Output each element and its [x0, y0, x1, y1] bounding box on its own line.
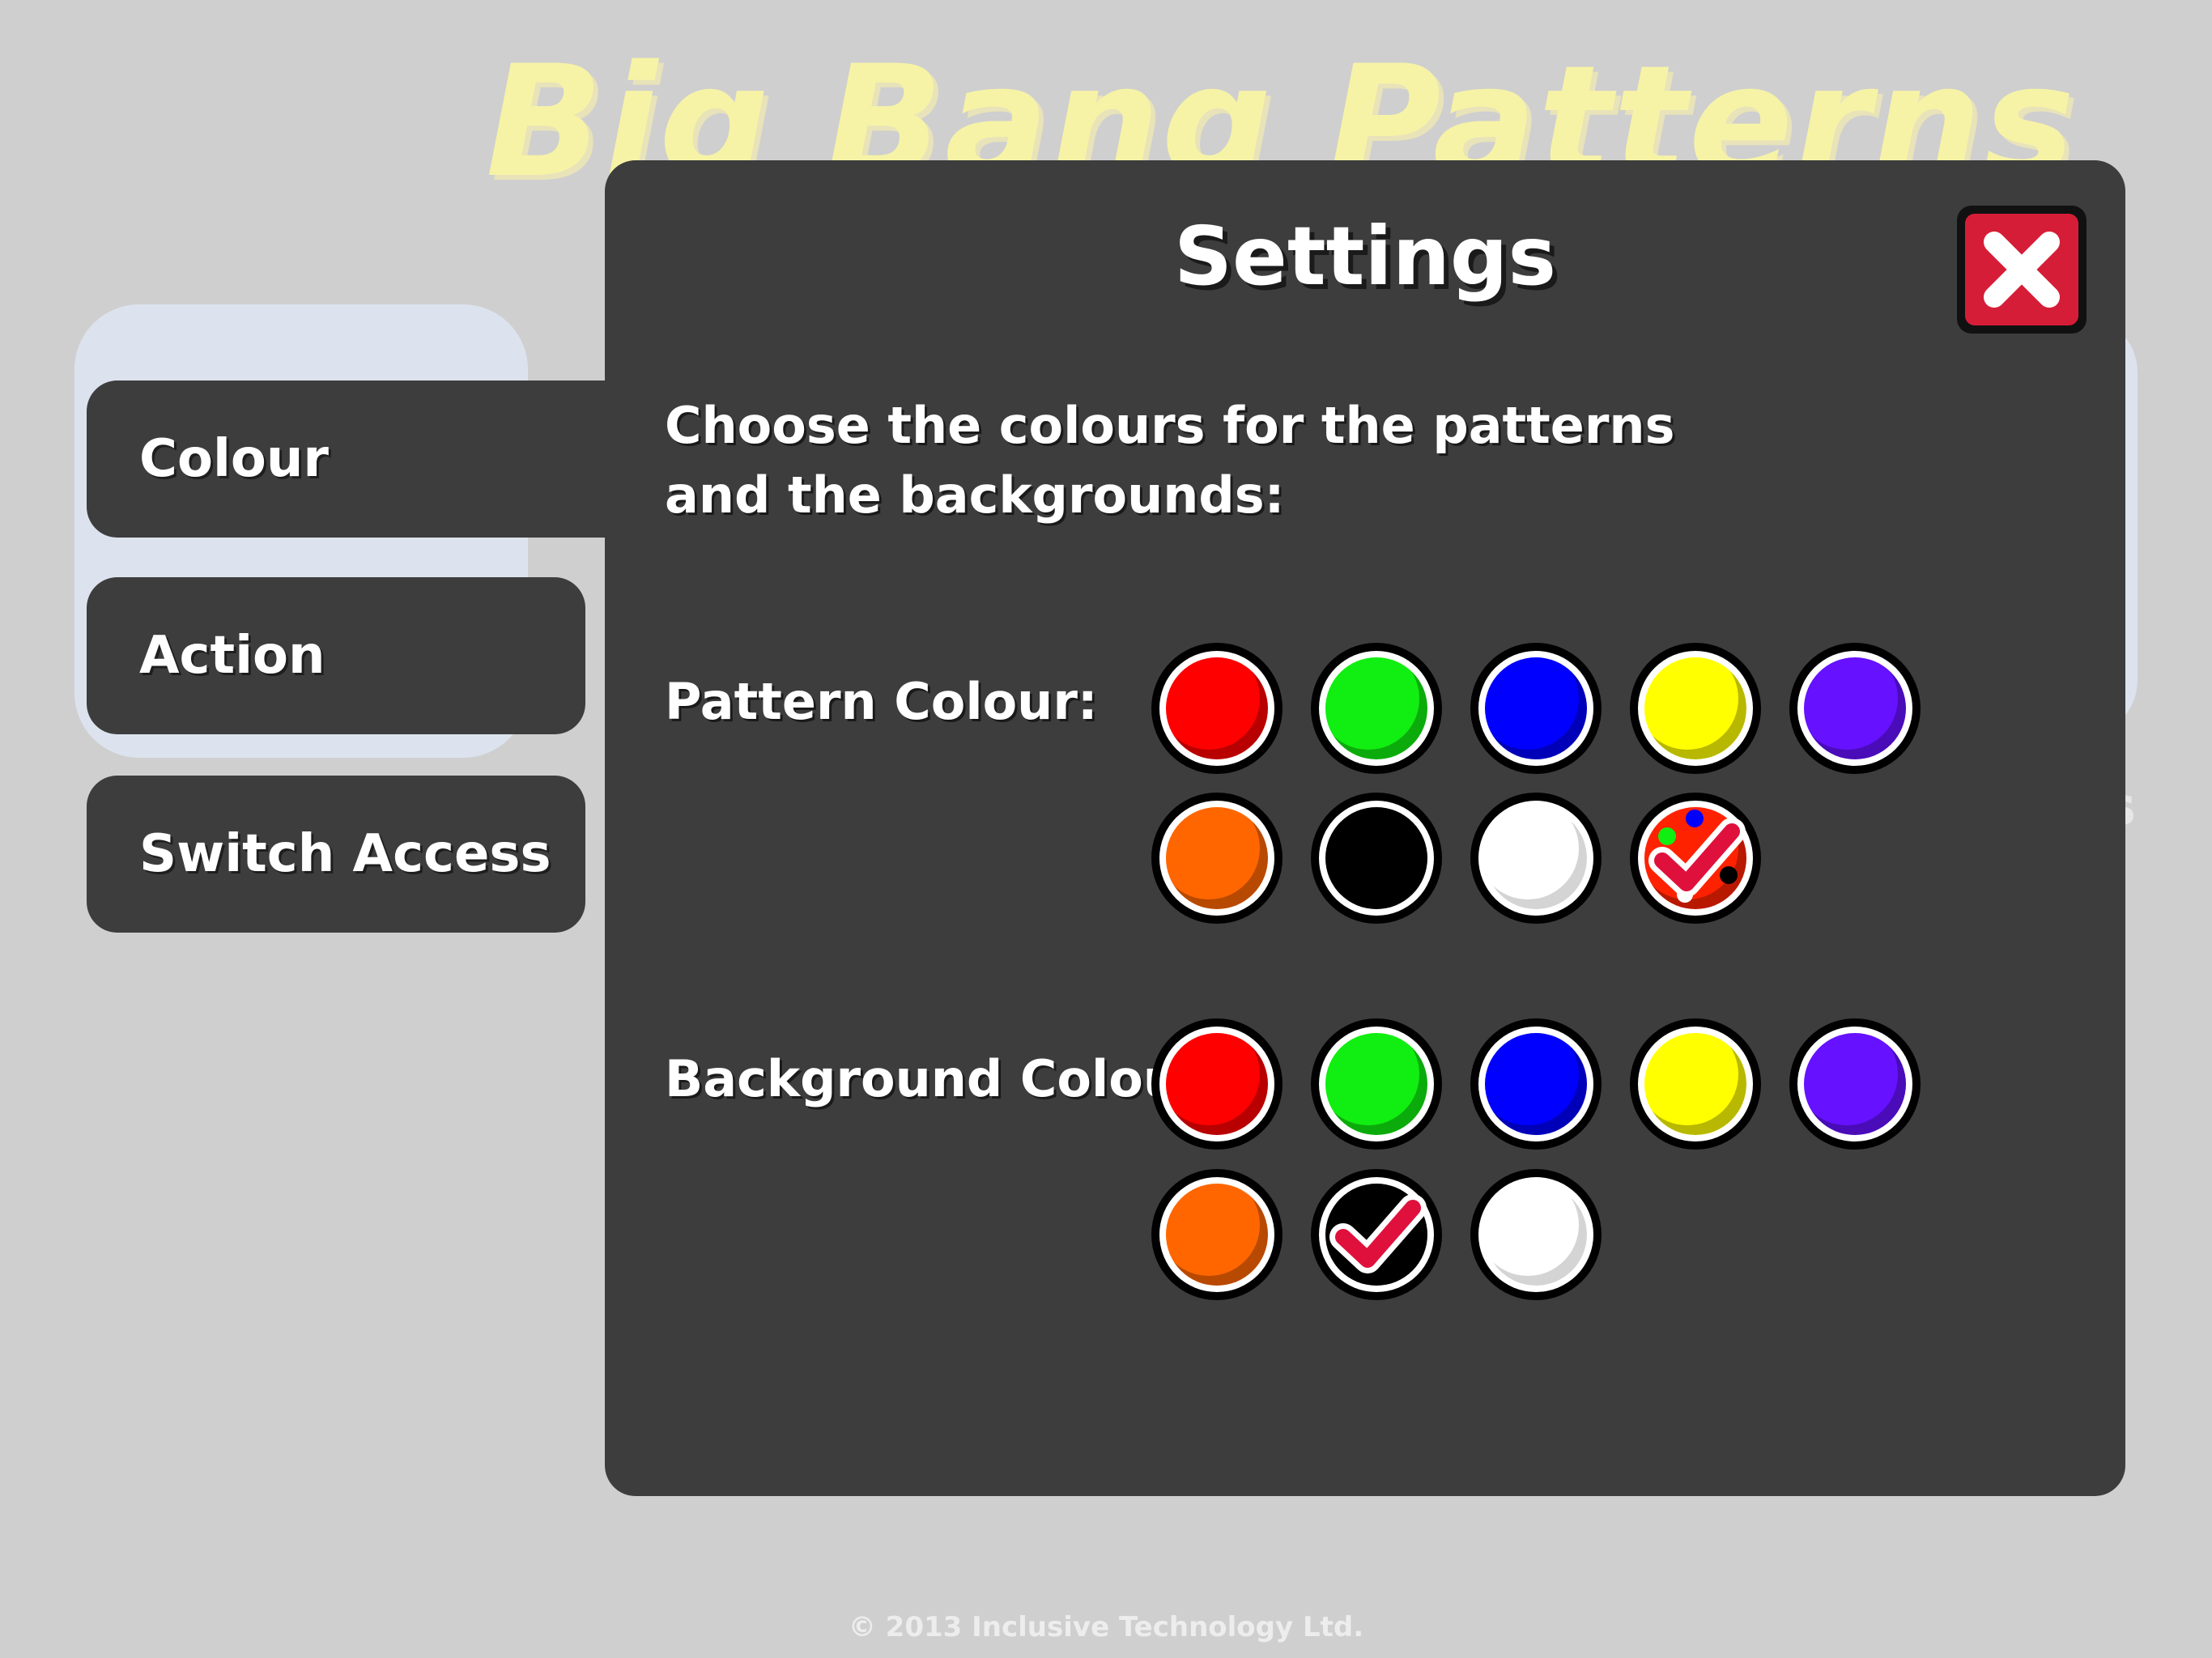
swatch-fill: [1644, 1033, 1746, 1135]
swatch-fill: [1166, 657, 1268, 759]
close-button-face: [1965, 214, 2078, 325]
swatch-fill: [1166, 1184, 1268, 1286]
pattern-swatch-orange[interactable]: [1151, 793, 1283, 924]
settings-panel: Settings Choose the colours for the patt…: [605, 160, 2125, 1496]
swatch-fill: [1325, 1033, 1427, 1135]
swatch-fill: [1485, 807, 1587, 909]
swatch-fill: [1166, 1033, 1268, 1135]
tab-switch-access[interactable]: Switch Access: [87, 776, 585, 933]
swatch-shading: [1166, 807, 1268, 909]
pattern-swatch-black[interactable]: [1311, 793, 1442, 924]
copyright-footer: © 2013 Inclusive Technology Ltd.: [848, 1611, 1364, 1643]
close-icon: [1984, 232, 2060, 308]
checkmark-icon: [1329, 1194, 1427, 1273]
background-swatch-white[interactable]: [1470, 1169, 1602, 1300]
swatch-shading: [1166, 657, 1268, 759]
swatch-fill: [1485, 657, 1587, 759]
swatch-shading: [1804, 1033, 1906, 1135]
swatch-shading: [1644, 657, 1746, 759]
swatch-shading: [1325, 1033, 1427, 1135]
pattern-swatch-purple[interactable]: [1789, 643, 1921, 774]
swatch-fill: [1325, 807, 1427, 909]
background-swatch-black[interactable]: [1311, 1169, 1442, 1300]
background-swatch-purple[interactable]: [1789, 1018, 1921, 1150]
background-swatch-orange[interactable]: [1151, 1169, 1283, 1300]
swatch-fill: [1644, 657, 1746, 759]
swatch-shading: [1166, 1033, 1268, 1135]
instructions-line-2: and the backgrounds:: [665, 466, 1285, 525]
checkmark-icon: [1648, 818, 1746, 897]
tab-action-label: Action: [139, 626, 325, 686]
background-swatch-yellow[interactable]: [1630, 1018, 1761, 1150]
background-swatch-green[interactable]: [1311, 1018, 1442, 1150]
swatch-shading: [1644, 1033, 1746, 1135]
swatch-fill: [1485, 1184, 1587, 1286]
swatch-shading: [1485, 1033, 1587, 1135]
swatch-shading: [1804, 657, 1906, 759]
instructions-line-1: Choose the colours for the patterns: [665, 396, 1675, 455]
background-swatch-blue[interactable]: [1470, 1018, 1602, 1150]
tab-colour[interactable]: Colour: [87, 380, 611, 538]
swatch-fill: [1166, 807, 1268, 909]
swatch-shading: [1485, 807, 1587, 909]
settings-title: Settings: [1173, 209, 1557, 304]
background-colour-label: Background Colour:: [665, 1049, 1224, 1108]
pattern-swatch-yellow[interactable]: [1630, 643, 1761, 774]
colour-instructions: Choose the colours for the patterns and …: [665, 391, 1717, 530]
pattern-swatch-green[interactable]: [1311, 643, 1442, 774]
swatch-shading: [1325, 807, 1427, 909]
swatch-fill: [1804, 1033, 1906, 1135]
swatch-fill: [1804, 657, 1906, 759]
swatch-fill: [1485, 1033, 1587, 1135]
background-swatch-red[interactable]: [1151, 1018, 1283, 1150]
swatch-shading: [1485, 1184, 1587, 1286]
swatch-shading: [1325, 657, 1427, 759]
pattern-swatch-red[interactable]: [1151, 643, 1283, 774]
close-button[interactable]: [1957, 206, 2087, 334]
pattern-swatch-blue[interactable]: [1470, 643, 1602, 774]
swatch-fill: [1325, 657, 1427, 759]
tab-action[interactable]: Action: [87, 577, 585, 734]
pattern-swatch-white[interactable]: [1470, 793, 1602, 924]
pattern-swatch-multicolour[interactable]: [1630, 793, 1761, 924]
swatch-shading: [1485, 657, 1587, 759]
pattern-colour-label: Pattern Colour:: [665, 672, 1098, 731]
swatch-shading: [1166, 1184, 1268, 1286]
tab-colour-label: Colour: [139, 429, 329, 489]
tab-switch-access-label: Switch Access: [139, 824, 551, 884]
